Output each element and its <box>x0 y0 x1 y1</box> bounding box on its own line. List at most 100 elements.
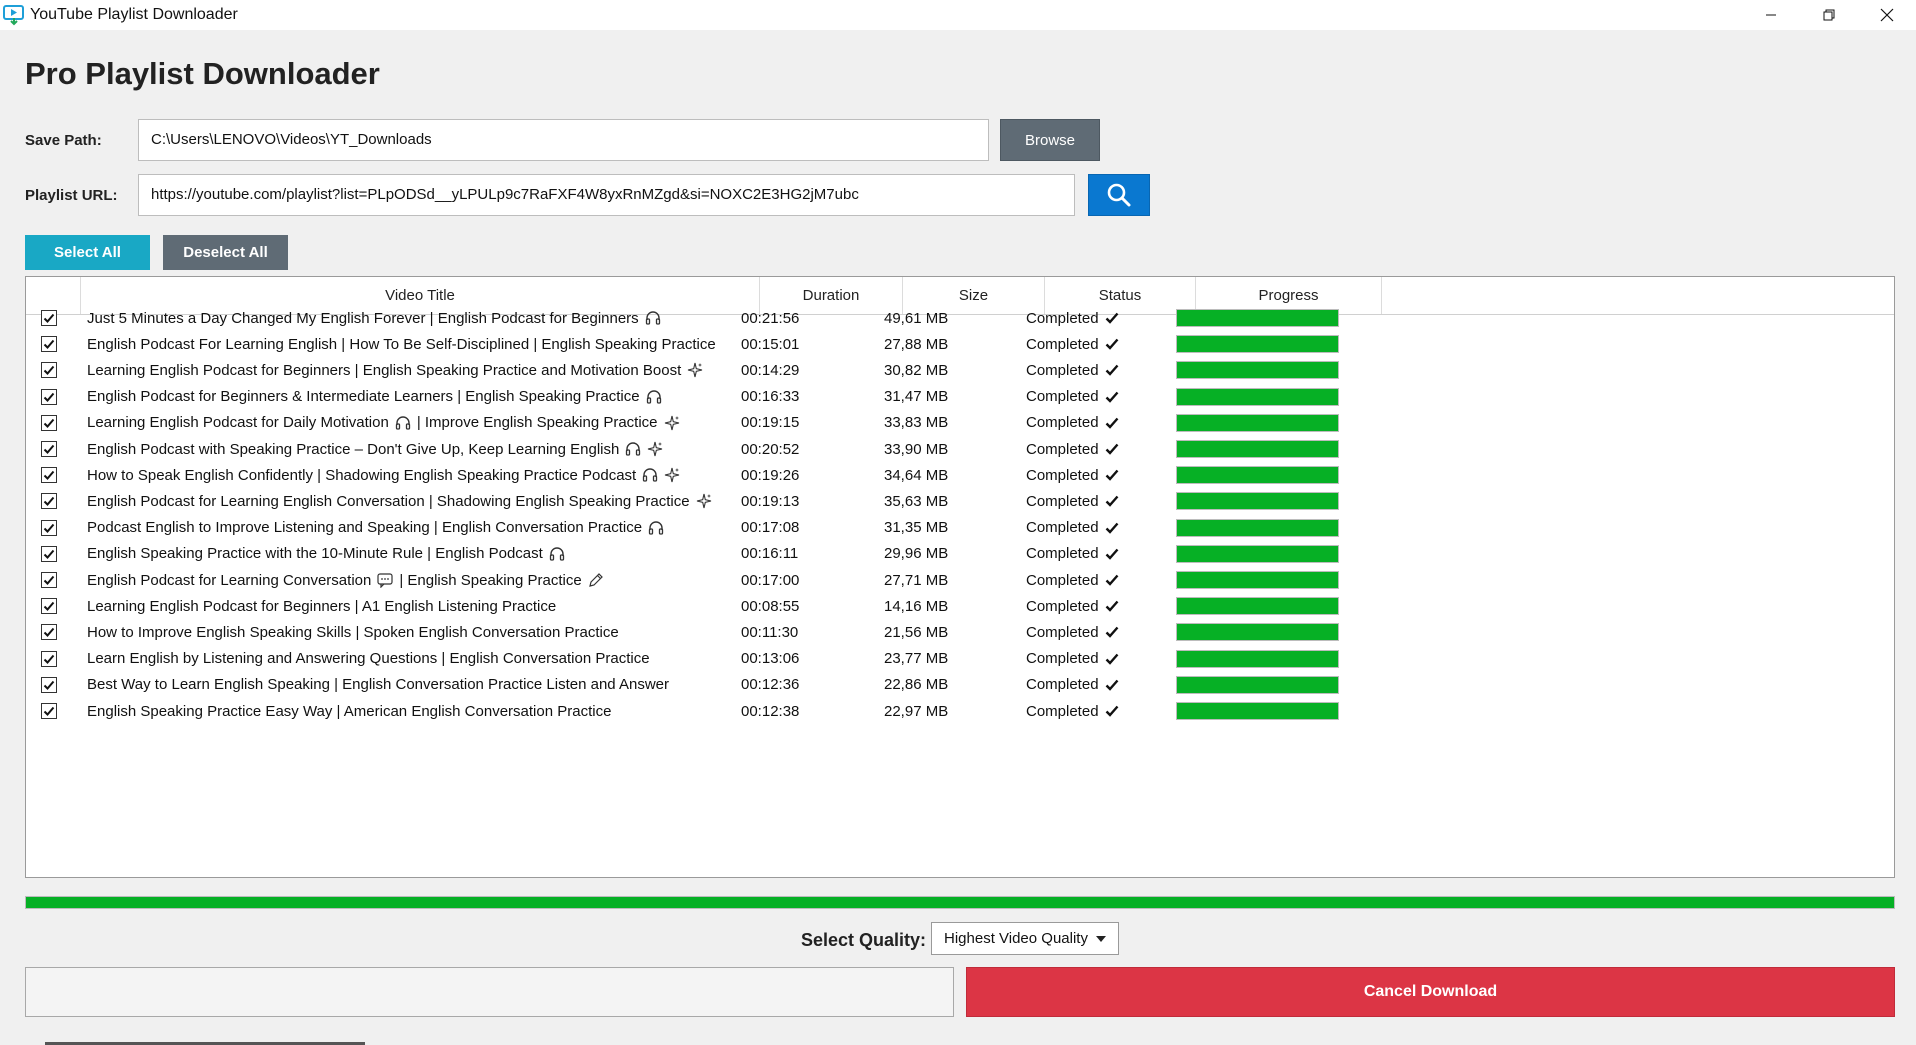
checkmark-icon <box>1105 311 1119 325</box>
status-cell: Completed <box>1026 698 1119 724</box>
row-progress-bar <box>1176 544 1339 563</box>
save-path-input[interactable]: C:\Users\LENOVO\Videos\YT_Downloads <box>138 119 989 161</box>
title-cell: Learn English by Listening and Answering… <box>87 646 650 672</box>
browse-button[interactable]: Browse <box>1000 119 1100 161</box>
row-progress-fill <box>1177 676 1338 693</box>
table-row[interactable]: English Podcast for Learning English Con… <box>26 488 1894 514</box>
row-checkbox[interactable] <box>41 676 57 693</box>
duration-cell: 00:12:38 <box>741 702 800 720</box>
search-button[interactable] <box>1088 174 1150 216</box>
checkmark-icon <box>1105 521 1119 535</box>
video-title-text: English Podcast for Learning Conversatio… <box>87 571 372 589</box>
size-cell: 33,90 MB <box>884 440 949 458</box>
status-cell: Completed <box>1026 541 1119 567</box>
row-progress-bar <box>1176 702 1339 720</box>
title-cell: English Podcast for Beginners & Intermed… <box>87 384 662 410</box>
row-checkbox[interactable] <box>41 388 57 405</box>
table-row[interactable]: Learning English Podcast for Beginners |… <box>26 357 1894 383</box>
table-row[interactable]: Podcast English to Improve Listening and… <box>26 515 1894 541</box>
table-row[interactable]: How to Speak English Confidently | Shado… <box>26 462 1894 488</box>
video-title-suffix: | Improve English Speaking Practice <box>416 414 658 432</box>
checkmark-icon <box>1105 416 1119 430</box>
select-all-button[interactable]: Select All <box>25 235 150 270</box>
title-cell: Just 5 Minutes a Day Changed My English … <box>87 305 661 331</box>
restore-button[interactable] <box>1800 0 1858 30</box>
close-button[interactable] <box>1858 0 1916 30</box>
row-checkbox[interactable] <box>41 441 57 457</box>
table-row[interactable]: Learn English by Listening and Answering… <box>26 646 1894 672</box>
size-cell: 30,82 MB <box>884 361 949 379</box>
video-title-suffix: | English Speaking Practice <box>399 571 582 589</box>
cancel-download-button[interactable]: Cancel Download <box>966 967 1895 1017</box>
headphones-icon <box>648 520 664 536</box>
duration-cell: 00:19:26 <box>741 466 800 484</box>
video-title-text: Just 5 Minutes a Day Changed My English … <box>87 309 639 327</box>
duration-cell: 00:20:52 <box>741 440 800 458</box>
quality-select[interactable]: Highest Video Quality <box>931 922 1119 955</box>
status-text: Completed <box>1026 597 1099 615</box>
table-row[interactable]: English Podcast with Speaking Practice –… <box>26 436 1894 462</box>
title-bar: YouTube Playlist Downloader <box>0 0 1916 30</box>
table-row[interactable]: English Speaking Practice Easy Way | Ame… <box>26 698 1894 724</box>
title-cell: English Speaking Practice with the 10-Mi… <box>87 541 565 567</box>
row-checkbox[interactable] <box>41 703 57 719</box>
row-checkbox[interactable] <box>41 650 57 667</box>
row-checkbox[interactable] <box>41 493 57 510</box>
status-cell: Completed <box>1026 384 1119 410</box>
sparkles-icon <box>696 493 712 509</box>
table-row[interactable]: Best Way to Learn English Speaking | Eng… <box>26 672 1894 698</box>
quality-label: Select Quality: <box>801 930 927 950</box>
table-row[interactable]: English Podcast For Learning English | H… <box>26 331 1894 357</box>
playlist-url-input[interactable]: https://youtube.com/playlist?list=PLpODS… <box>138 174 1075 216</box>
row-checkbox[interactable] <box>41 545 57 562</box>
row-checkbox[interactable] <box>41 362 57 379</box>
row-checkbox[interactable] <box>41 624 57 641</box>
sparkles-icon <box>687 362 703 378</box>
row-checkbox[interactable] <box>41 572 57 588</box>
status-text: Completed <box>1026 519 1099 537</box>
checkmark-icon <box>1105 573 1119 587</box>
row-checkbox[interactable] <box>41 519 57 536</box>
table-row[interactable]: Learning English Podcast for Beginners |… <box>26 593 1894 619</box>
status-cell: Completed <box>1026 462 1119 488</box>
status-text: Completed <box>1026 335 1099 353</box>
status-cell: Completed <box>1026 331 1119 357</box>
row-checkbox[interactable] <box>41 414 57 431</box>
size-cell: 27,88 MB <box>884 335 949 353</box>
status-cell: Completed <box>1026 672 1119 698</box>
chevron-down-icon <box>1096 936 1106 942</box>
size-cell: 49,61 MB <box>884 309 949 327</box>
table-row[interactable]: How to Improve English Speaking Skills |… <box>26 619 1894 645</box>
row-progress-bar <box>1176 492 1339 511</box>
table-row[interactable]: English Podcast for Beginners & Intermed… <box>26 384 1894 410</box>
duration-cell: 00:19:13 <box>741 492 800 510</box>
status-text: Completed <box>1026 361 1099 379</box>
table-row[interactable]: English Speaking Practice with the 10-Mi… <box>26 541 1894 567</box>
quality-selected-value: Highest Video Quality <box>944 930 1088 947</box>
minimize-button[interactable] <box>1742 0 1800 30</box>
headphones-icon <box>645 310 661 326</box>
table-row[interactable]: Just 5 Minutes a Day Changed My English … <box>26 305 1894 331</box>
overall-progress-fill <box>26 897 1894 908</box>
headphones-icon <box>642 467 658 483</box>
status-text: Completed <box>1026 309 1099 327</box>
video-title-text: Best Way to Learn English Speaking | Eng… <box>87 676 669 694</box>
checkmark-icon <box>1105 468 1119 482</box>
table-row[interactable]: English Podcast for Learning Conversatio… <box>26 567 1894 593</box>
status-cell: Completed <box>1026 646 1119 672</box>
duration-cell: 00:12:36 <box>741 676 800 694</box>
row-checkbox[interactable] <box>41 336 57 353</box>
row-checkbox[interactable] <box>41 467 57 484</box>
duration-cell: 00:11:30 <box>741 623 799 641</box>
status-text: Completed <box>1026 414 1099 432</box>
table-row[interactable]: Learning English Podcast for Daily Motiv… <box>26 410 1894 436</box>
row-checkbox[interactable] <box>41 310 57 326</box>
row-checkbox[interactable] <box>41 598 57 615</box>
title-cell: English Speaking Practice Easy Way | Ame… <box>87 698 611 724</box>
title-cell: Best Way to Learn English Speaking | Eng… <box>87 672 669 698</box>
size-cell: 31,35 MB <box>884 519 949 537</box>
video-title-text: Learning English Podcast for Beginners |… <box>87 597 557 615</box>
deselect-all-button[interactable]: Deselect All <box>163 235 288 270</box>
size-cell: 35,63 MB <box>884 492 949 510</box>
download-selected-button[interactable]: Download Selected <box>25 967 954 1017</box>
